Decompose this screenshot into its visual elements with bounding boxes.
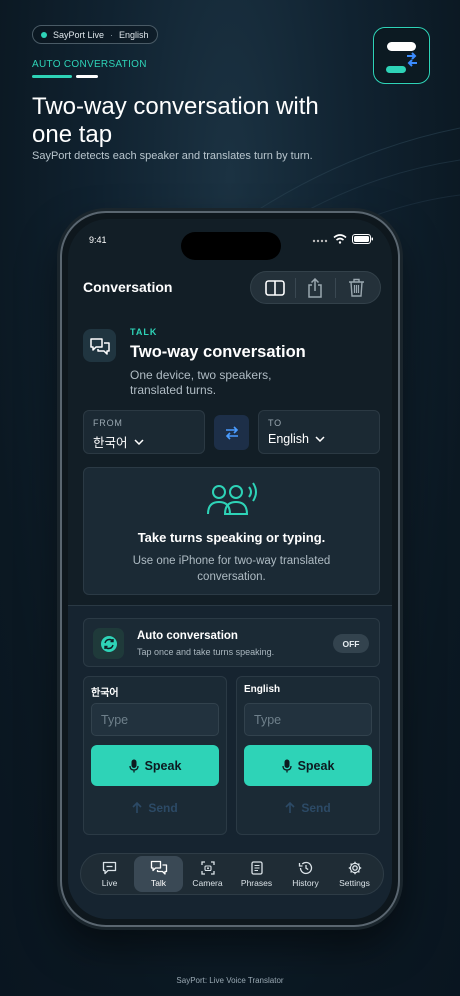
auto-conversation-toggle[interactable]: OFF [333,634,369,653]
share-button[interactable] [299,275,331,301]
two-bubbles-icon [89,337,110,355]
progress-bar-active [32,75,72,78]
speak-label: Speak [144,758,182,773]
camera-scan-icon [200,860,215,875]
live-dot [41,31,47,38]
app-store-caption: SayPort: Live Voice Translator [176,976,284,985]
chevron-down-icon [133,438,144,445]
history-icon [298,861,313,874]
refresh-icon [100,635,117,652]
from-label: FROM [93,418,123,428]
empty-state-title: Take turns speaking or typing. [137,530,326,545]
microphone-icon [281,759,292,772]
toolbar-divider [335,277,337,298]
tab-history[interactable]: History [281,856,330,892]
speak-label: Speak [297,758,335,773]
type-input[interactable] [244,703,372,736]
auto-conversation-icon-wrap [93,628,124,659]
delete-button[interactable] [340,275,372,301]
tab-label: Settings [339,877,370,888]
progress-bars [32,75,98,78]
from-language-value: 한국어 [93,436,128,450]
tab-live[interactable]: Live [85,856,134,892]
progress-bar-next [76,75,98,78]
tab-camera[interactable]: Camera [183,856,232,892]
empty-state-card: Take turns speaking or typing. Use one i… [83,467,380,595]
tab-label: Camera [192,877,223,888]
talk-section-icon [83,329,116,362]
swap-languages-button[interactable] [214,415,249,450]
auto-conversation-subtitle: Tap once and take turns speaking. [137,647,275,657]
speaker-language-label: 한국어 [91,688,119,699]
status-time: 9:41 [89,235,107,245]
arrow-up-icon [285,802,295,813]
send-label: Send [148,801,178,815]
signal-icon [312,239,328,243]
share-icon [308,277,323,298]
hero-eyebrow: AUTO CONVERSATION [32,59,147,70]
hero-subtitle: SayPort detects each speaker and transla… [32,150,313,162]
toolbar-divider [294,277,296,298]
pill-separator: · [110,29,114,40]
phone-frame: 9:41 Conversation TALK Two-way conversat… [60,211,400,927]
send-label: Send [301,801,331,815]
speaker-panel-english: English Speak Send [236,676,380,835]
app-logo-icon [373,27,430,84]
chevron-down-icon [315,436,325,442]
speaker-language-label: English [244,684,281,695]
tab-bar: Live Talk Camera Phrases History Setting… [80,853,384,895]
swap-arrows-icon [225,425,238,440]
send-button[interactable]: Send [84,801,226,815]
gear-icon [348,861,361,874]
to-language-value: English [268,432,309,446]
auto-conversation-title: Auto conversation [137,630,238,642]
speakers-icon [207,482,257,515]
speaker-panel-korean: 한국어 Speak Send [83,676,227,835]
arrow-up-icon [132,802,142,813]
status-icons [312,234,374,244]
pill-app-name: SayPort Live [53,29,105,40]
wifi-icon [333,234,347,244]
hero-title: Two-way conversation with one tap [32,93,319,148]
talk-eyebrow: TALK [130,327,158,337]
two-bubbles-icon [150,860,167,875]
tab-phrases[interactable]: Phrases [232,856,281,892]
tab-settings[interactable]: Settings [330,856,379,892]
to-label: TO [268,418,282,428]
talk-subtitle: One device, two speakers, translated tur… [130,368,272,397]
speak-button[interactable]: Speak [244,745,372,786]
talk-title: Two-way conversation [130,343,306,361]
pill-language: English [119,29,149,40]
dynamic-island [181,232,281,260]
tab-talk[interactable]: Talk [134,856,183,892]
to-language-selector[interactable]: TO English [258,410,380,454]
split-view-icon [265,279,285,296]
battery-icon [352,234,373,244]
auto-conversation-card: Auto conversation Tap once and take turn… [83,618,380,667]
tab-label: Live [101,877,118,888]
tab-label: Talk [150,877,167,888]
phone-screen: 9:41 Conversation TALK Two-way conversat… [68,219,392,919]
speak-button[interactable]: Speak [91,745,219,786]
nav-title: Conversation [83,279,173,295]
tab-label: History [292,877,319,888]
type-input[interactable] [91,703,219,736]
split-view-button[interactable] [259,275,291,301]
nav-toolbar [250,271,381,304]
from-language-selector[interactable]: FROM 한국어 [83,410,205,454]
trash-icon [348,278,364,297]
empty-state-body: Use one iPhone for two-way translated co… [132,555,331,583]
send-button[interactable]: Send [237,801,379,815]
chat-bubble-icon [102,861,117,874]
phrasebook-icon [250,860,263,875]
tab-label: Phrases [240,877,273,888]
microphone-icon [128,759,139,772]
live-status-pill: SayPort Live · English [32,25,158,44]
